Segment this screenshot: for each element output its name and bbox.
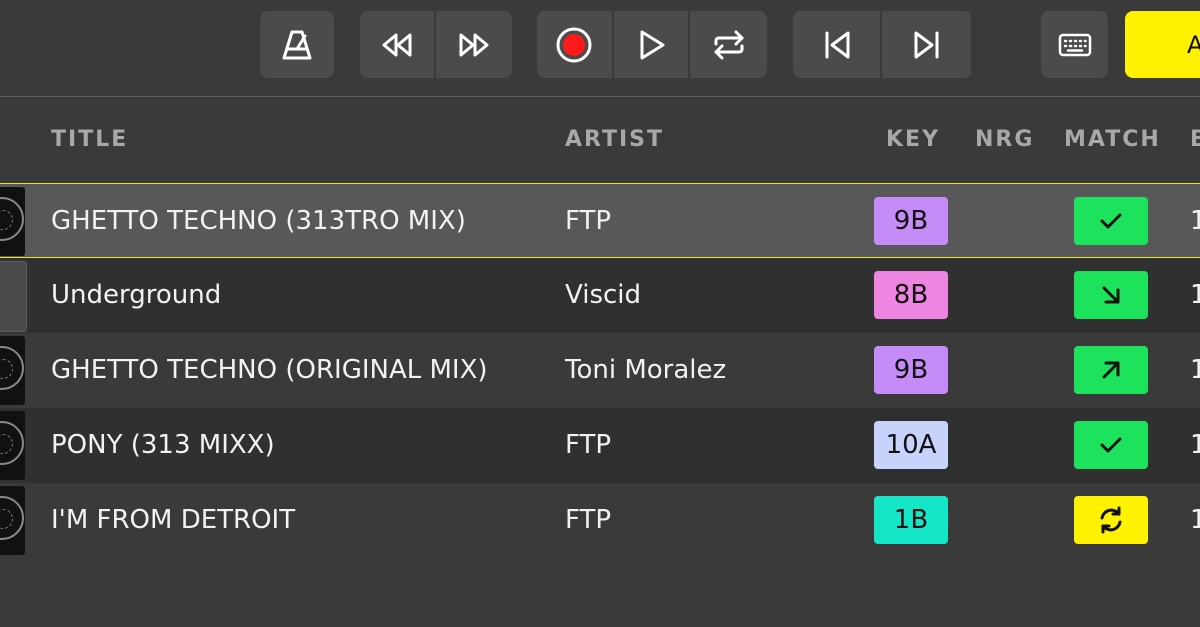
record-icon bbox=[556, 27, 592, 62]
seek-group bbox=[360, 11, 512, 78]
transport-toolbar: A bbox=[0, 0, 1200, 97]
match-badge bbox=[1074, 421, 1148, 469]
key-badge: 10A bbox=[874, 421, 948, 469]
key-badge: 9B bbox=[874, 197, 948, 245]
rewind-button[interactable] bbox=[360, 11, 436, 78]
metronome-button[interactable] bbox=[260, 11, 334, 78]
column-header-nrg[interactable]: NRG bbox=[975, 127, 1034, 152]
rewind-icon bbox=[382, 33, 412, 56]
track-artist: FTP bbox=[565, 505, 612, 535]
table-row[interactable]: I'M FROM DETROIT FTP 1B 1 bbox=[0, 483, 1200, 558]
track-artist: FTP bbox=[565, 206, 612, 236]
check-icon bbox=[1100, 437, 1122, 453]
match-badge bbox=[1074, 496, 1148, 544]
arrow-down-right-icon bbox=[1102, 286, 1120, 304]
table-row[interactable]: PONY (313 MIXX) FTP 10A 1 bbox=[0, 408, 1200, 483]
play-button[interactable] bbox=[613, 11, 691, 78]
metronome-group bbox=[260, 11, 334, 78]
track-artist: Toni Moralez bbox=[565, 355, 727, 385]
match-badge bbox=[1074, 346, 1148, 394]
match-badge bbox=[1074, 197, 1148, 245]
track-artist: FTP bbox=[565, 430, 612, 460]
check-icon bbox=[1100, 213, 1122, 229]
key-badge: 8B bbox=[874, 271, 948, 319]
track-title: I'M FROM DETROIT bbox=[51, 505, 296, 535]
track-nav-group bbox=[793, 11, 972, 78]
column-header-key[interactable]: KEY bbox=[886, 127, 940, 152]
key-badge: 1B bbox=[874, 496, 948, 544]
track-title: GHETTO TECHNO (313TRO MIX) bbox=[51, 206, 466, 236]
track-title: Underground bbox=[51, 280, 222, 310]
auto-button[interactable]: A bbox=[1125, 11, 1200, 78]
match-badge bbox=[1074, 271, 1148, 319]
track-artist: Viscid bbox=[565, 280, 642, 310]
track-title: PONY (313 MIXX) bbox=[51, 430, 275, 460]
track-bpm: 1 bbox=[1190, 355, 1200, 385]
transport-group bbox=[537, 11, 767, 78]
keyboard-icon bbox=[1058, 33, 1091, 56]
album-art bbox=[0, 261, 27, 332]
metronome-icon bbox=[282, 30, 312, 59]
column-header-bpm[interactable]: B bbox=[1190, 127, 1200, 152]
arrow-up-right-icon bbox=[1102, 361, 1120, 379]
album-art bbox=[0, 336, 25, 405]
play-icon bbox=[640, 30, 665, 59]
fast-forward-button[interactable] bbox=[436, 11, 512, 78]
key-badge: 9B bbox=[874, 346, 948, 394]
loop-button[interactable] bbox=[690, 11, 767, 78]
track-title: GHETTO TECHNO (ORIGINAL MIX) bbox=[51, 355, 488, 385]
record-button[interactable] bbox=[537, 11, 614, 78]
repeat-icon bbox=[714, 30, 744, 59]
track-bpm: 1 bbox=[1190, 280, 1200, 310]
column-header-match[interactable]: MATCH bbox=[1064, 127, 1161, 152]
table-row[interactable]: GHETTO TECHNO (ORIGINAL MIX) Toni Morale… bbox=[0, 333, 1200, 408]
next-track-button[interactable] bbox=[882, 11, 971, 78]
album-art bbox=[0, 411, 25, 480]
table-header: TITLE ARTIST KEY NRG MATCH B bbox=[0, 97, 1200, 183]
table-row[interactable]: GHETTO TECHNO (313TRO MIX) FTP 9B 1 bbox=[0, 183, 1200, 258]
track-bpm: 1 bbox=[1190, 505, 1200, 535]
keyboard-group bbox=[1041, 11, 1108, 78]
previous-track-button[interactable] bbox=[793, 11, 882, 78]
track-bpm: 1 bbox=[1190, 206, 1200, 236]
keyboard-button[interactable] bbox=[1041, 11, 1108, 78]
column-header-artist[interactable]: ARTIST bbox=[565, 127, 664, 152]
album-art bbox=[0, 187, 25, 256]
column-header-title[interactable]: TITLE bbox=[51, 127, 128, 152]
track-bpm: 1 bbox=[1190, 430, 1200, 460]
album-art bbox=[0, 486, 25, 555]
fast-forward-icon bbox=[459, 33, 489, 56]
table-row[interactable]: Underground Viscid 8B 1 bbox=[0, 258, 1200, 333]
skip-forward-icon bbox=[914, 31, 938, 58]
skip-back-icon bbox=[825, 31, 849, 58]
refresh-icon bbox=[1100, 506, 1122, 534]
